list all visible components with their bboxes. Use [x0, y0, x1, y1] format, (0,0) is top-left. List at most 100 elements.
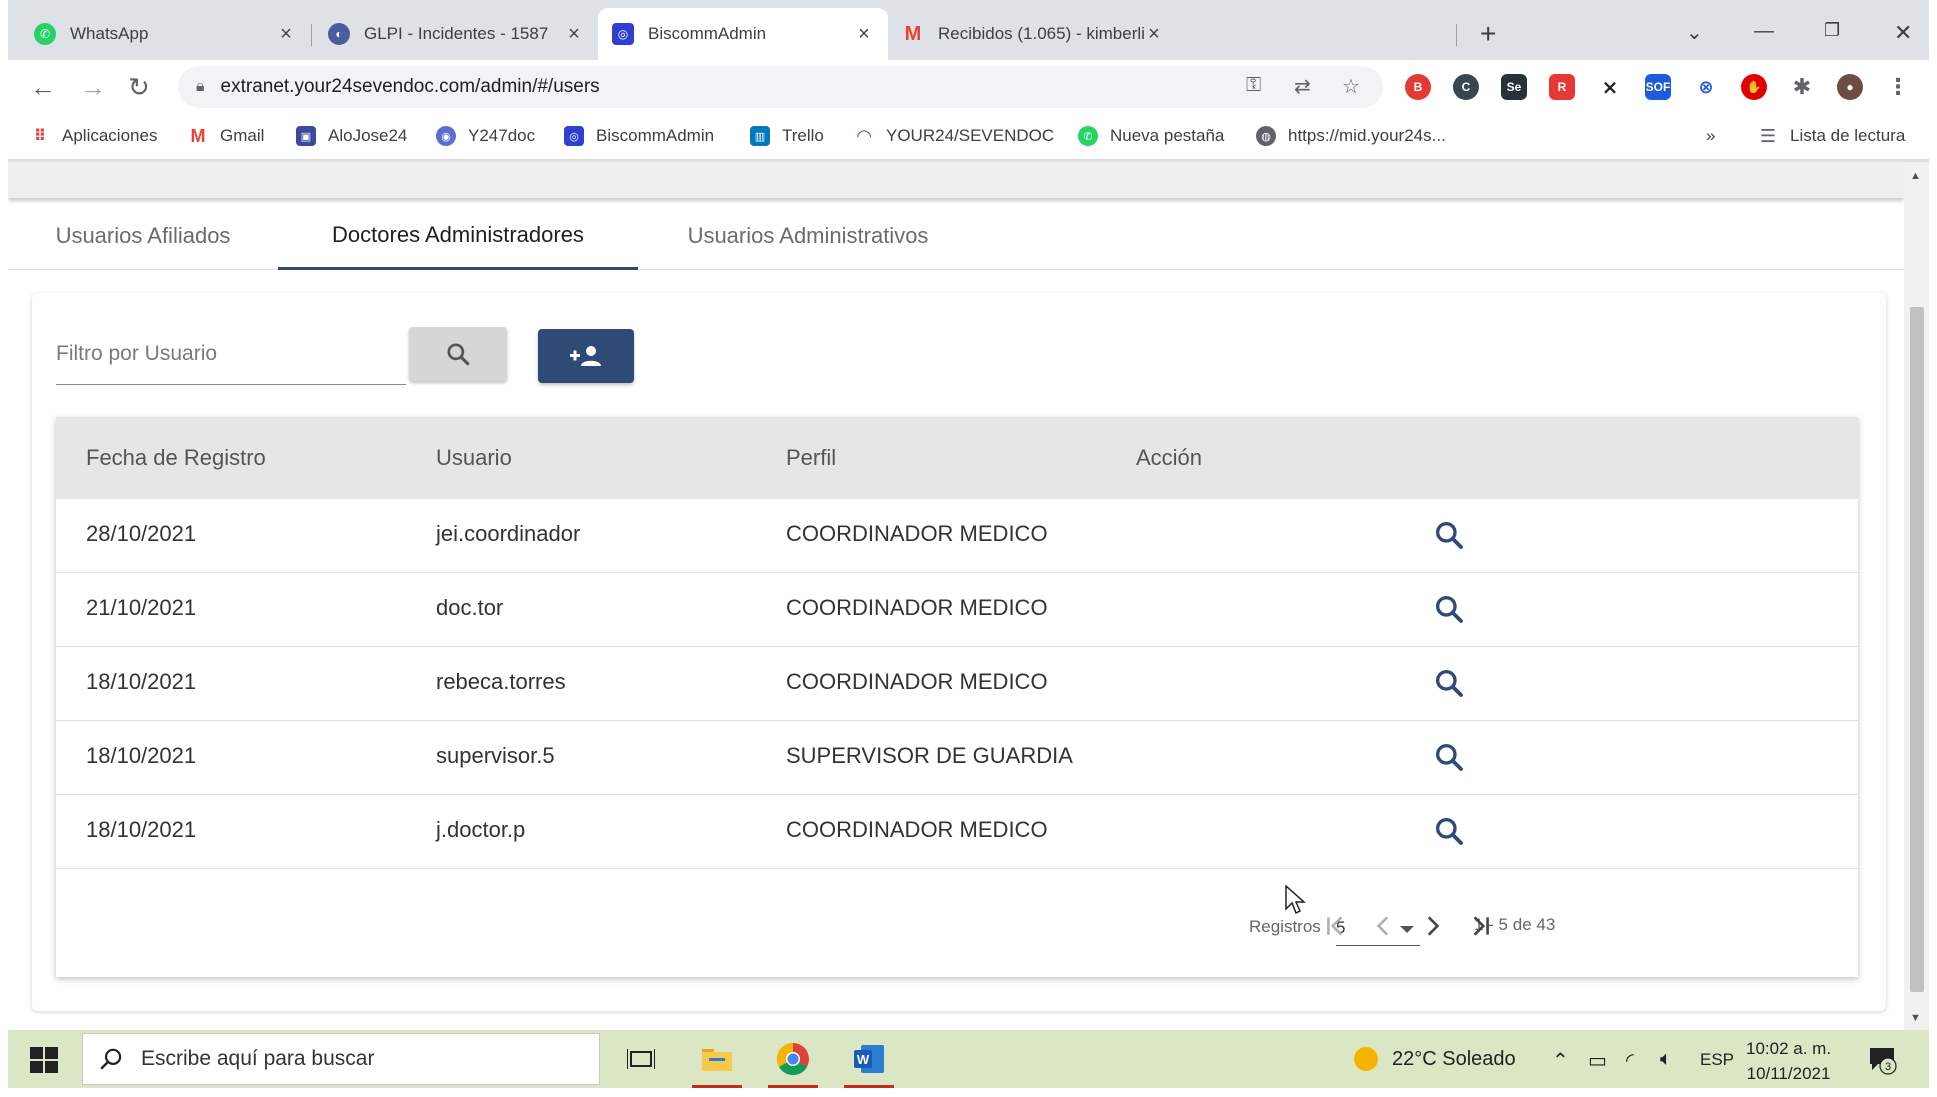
gmail-icon: M	[190, 125, 206, 146]
extension-icon[interactable]: SOF	[1645, 74, 1671, 100]
reading-list-icon: ☰	[1759, 125, 1777, 146]
table-row: 28/10/2021 jei.coordinador COORDINADOR M…	[56, 499, 1858, 573]
first-page-icon	[1327, 916, 1343, 936]
cell-fecha: 28/10/2021	[86, 521, 197, 546]
lock-icon: 🔒︎	[196, 78, 205, 95]
last-page-button[interactable]	[1462, 908, 1498, 944]
bookmark-trello[interactable]: ▥ Trello	[750, 126, 824, 146]
view-details-search-icon[interactable]	[1433, 667, 1465, 699]
close-icon[interactable]: ×	[564, 23, 584, 46]
y247doc-icon: ◉	[436, 126, 456, 146]
close-icon[interactable]: ×	[1144, 23, 1164, 46]
show-hidden-icons-chevron-icon[interactable]: ⌃	[1552, 1048, 1569, 1073]
windows-start-icon[interactable]	[30, 1047, 58, 1073]
view-details-search-icon[interactable]	[1433, 519, 1465, 551]
previous-page-button[interactable]	[1366, 908, 1402, 944]
extension-icon[interactable]: R	[1549, 74, 1575, 100]
tab-usuarios-administrativos[interactable]: Usuarios Administrativos	[638, 202, 978, 270]
file-explorer-icon[interactable]	[688, 1036, 746, 1088]
search-button[interactable]	[409, 327, 507, 381]
bookmark-aplicaciones[interactable]: ⠿ Aplicaciones	[30, 126, 158, 146]
wifi-icon[interactable]: ◜	[1626, 1048, 1634, 1073]
menu-kebab-icon[interactable]: ⋮	[1885, 74, 1911, 100]
cell-usuario: doc.tor	[436, 595, 504, 620]
bookmark-gmail[interactable]: M Gmail	[188, 125, 265, 146]
bookmark-alojose24[interactable]: ▣ AloJose24	[296, 126, 407, 146]
user-filter-field[interactable]	[56, 333, 406, 385]
user-filter-input[interactable]	[56, 333, 396, 375]
extension-icon[interactable]: Se	[1501, 74, 1527, 100]
tab-strip: ✆ WhatsApp × ◐ GLPI - Incidentes - 1587 …	[8, 8, 1929, 60]
puzzle-icon[interactable]: ✱	[1789, 74, 1815, 100]
bookmark-y247doc[interactable]: ◉ Y247doc	[436, 126, 535, 146]
task-view-glyph-icon	[627, 1049, 655, 1069]
screen-bottom-edge	[0, 1088, 1937, 1097]
clock-time: 10:02 a. m.	[1746, 1039, 1832, 1058]
next-page-button[interactable]	[1414, 908, 1450, 944]
your24-icon: ◠	[857, 125, 871, 146]
trello-icon: ▥	[750, 126, 770, 146]
browser-tab-glpi[interactable]: ◐ GLPI - Incidentes - 1587 ×	[314, 8, 598, 60]
clock[interactable]: 10:02 a. m. 10/11/2021	[1746, 1036, 1831, 1086]
scroll-down-icon[interactable]: ▼	[1910, 1012, 1921, 1024]
extension-icon[interactable]: ⨯	[1597, 74, 1623, 100]
view-details-search-icon[interactable]	[1433, 593, 1465, 625]
table-row: 18/10/2021 j.doctor.p COORDINADOR MEDICO	[56, 795, 1858, 869]
weather-label[interactable]: 22°C Soleado	[1392, 1048, 1516, 1071]
tab-separator	[1456, 24, 1457, 46]
extension-icon[interactable]: B	[1405, 74, 1431, 100]
browser-tab-biscommadmin[interactable]: ◎ BiscommAdmin ×	[598, 8, 888, 60]
close-icon[interactable]: ×	[854, 23, 874, 46]
bookmark-biscommadmin[interactable]: ◎ BiscommAdmin	[564, 126, 714, 146]
first-page-button[interactable]	[1318, 908, 1354, 944]
chrome-logo-icon	[776, 1043, 809, 1076]
window-close-icon[interactable]: ✕	[1894, 20, 1912, 46]
forward-arrow-icon[interactable]: →	[80, 72, 106, 103]
reading-list-button[interactable]: ☰ Lista de lectura	[1758, 126, 1905, 146]
browser-tab-whatsapp[interactable]: ✆ WhatsApp ×	[20, 8, 310, 60]
tab-separator	[311, 24, 312, 46]
address-bar[interactable]: 🔒︎ extranet.your24sevendoc.com/admin/#/u…	[178, 66, 1383, 108]
restore-icon[interactable]: ❐	[1824, 20, 1840, 41]
chrome-icon[interactable]	[764, 1036, 822, 1088]
scrollbar-thumb[interactable]	[1910, 307, 1924, 992]
close-icon[interactable]: ×	[276, 23, 296, 46]
cell-usuario: supervisor.5	[436, 743, 555, 768]
windows-taskbar: Escribe aquí para buscar W 22°C Soleado …	[8, 1030, 1929, 1088]
translate-icon[interactable]: ⇄	[1294, 74, 1311, 99]
dropdown-caret-icon	[1400, 926, 1414, 933]
bookmark-your24[interactable]: ◠ YOUR24/SEVENDOC	[854, 126, 1054, 146]
cell-perfil: SUPERVISOR DE GUARDIA	[786, 743, 1073, 768]
battery-icon[interactable]: ▭	[1588, 1048, 1607, 1073]
avatar[interactable]: ●	[1837, 74, 1863, 100]
reload-icon[interactable]: ↻	[128, 72, 150, 103]
tab-doctores-administradores[interactable]: Doctores Administradores	[278, 202, 638, 270]
view-details-search-icon[interactable]	[1433, 815, 1465, 847]
language-indicator[interactable]: ESP	[1700, 1050, 1734, 1070]
new-tab-button[interactable]: +	[1480, 18, 1496, 50]
browser-tab-gmail[interactable]: M Recibidos (1.065) - kimberlingyar ×	[888, 8, 1178, 60]
extension-icon[interactable]: ⊗	[1693, 74, 1719, 100]
key-icon[interactable]: ⚿	[1246, 74, 1261, 97]
bookmark-nueva-pestana[interactable]: ✆ Nueva pestaña	[1078, 126, 1224, 146]
tab-search-icon[interactable]: ⌄	[1686, 20, 1703, 45]
volume-icon[interactable]: 🔈︎	[1660, 1048, 1672, 1071]
add-user-button[interactable]	[538, 329, 634, 383]
star-icon[interactable]: ☆	[1342, 74, 1360, 99]
notification-center-button[interactable]: 3	[1868, 1045, 1898, 1080]
scroll-up-icon[interactable]: ▲	[1910, 170, 1921, 182]
bookmark-mid-your24s[interactable]: ◍ https://mid.your24s...	[1256, 126, 1446, 146]
view-details-search-icon[interactable]	[1433, 741, 1465, 773]
minimize-icon[interactable]: —	[1754, 20, 1774, 43]
back-arrow-icon[interactable]: ←	[30, 72, 56, 103]
word-icon[interactable]: W	[840, 1036, 898, 1088]
column-header-perfil: Perfil	[786, 445, 837, 470]
taskbar-search-box[interactable]: Escribe aquí para buscar	[82, 1033, 600, 1085]
tab-usuarios-afiliados[interactable]: Usuarios Afiliados	[8, 202, 278, 270]
page-scrollbar[interactable]: ▲ ▼	[1904, 162, 1929, 1030]
task-view-icon[interactable]	[612, 1036, 670, 1082]
more-bookmarks-button[interactable]: »	[1706, 126, 1715, 146]
adblock-icon[interactable]: ✋	[1741, 74, 1767, 100]
table-header: Fecha de Registro Usuario Perfil Acción	[56, 417, 1858, 499]
extension-icon[interactable]: C	[1453, 74, 1479, 100]
